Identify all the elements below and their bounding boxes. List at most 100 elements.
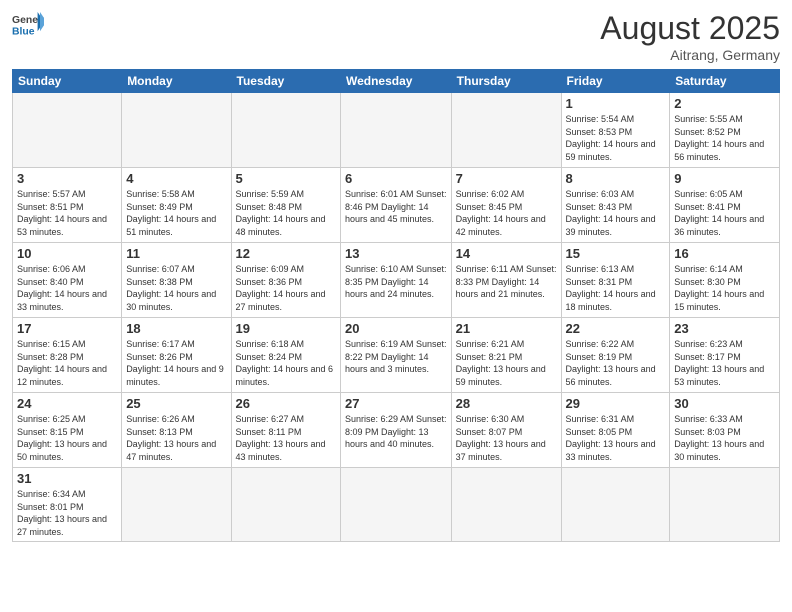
day-number: 30 — [674, 396, 775, 411]
weekday-header-saturday: Saturday — [670, 70, 780, 93]
day-info: Sunrise: 6:01 AM Sunset: 8:46 PM Dayligh… — [345, 188, 447, 226]
calendar-cell: 12Sunrise: 6:09 AM Sunset: 8:36 PM Dayli… — [231, 243, 340, 318]
day-info: Sunrise: 5:59 AM Sunset: 8:48 PM Dayligh… — [236, 188, 336, 238]
calendar-cell — [231, 468, 340, 542]
calendar-cell: 24Sunrise: 6:25 AM Sunset: 8:15 PM Dayli… — [13, 393, 122, 468]
day-number: 7 — [456, 171, 557, 186]
location-subtitle: Aitrang, Germany — [600, 47, 780, 63]
calendar-cell: 2 Sunrise: 5:55 AM Sunset: 8:52 PM Daylig… — [670, 93, 780, 168]
day-number: 26 — [236, 396, 336, 411]
day-number: 13 — [345, 246, 447, 261]
calendar-cell: 22Sunrise: 6:22 AM Sunset: 8:19 PM Dayli… — [561, 318, 670, 393]
calendar-cell — [561, 468, 670, 542]
calendar-cell: 11Sunrise: 6:07 AM Sunset: 8:38 PM Dayli… — [122, 243, 231, 318]
calendar-cell: 28 Sunrise: 6:30 AM Sunset: 8:07 PM Dayli… — [451, 393, 561, 468]
day-number: 24 — [17, 396, 117, 411]
day-info: Sunrise: 6:21 AM Sunset: 8:21 PM Dayligh… — [456, 338, 557, 388]
calendar-cell: 25Sunrise: 6:26 AM Sunset: 8:13 PM Dayli… — [122, 393, 231, 468]
calendar-cell: 21 Sunrise: 6:21 AM Sunset: 8:21 PM Dayli… — [451, 318, 561, 393]
day-info: Sunrise: 6:11 AM Sunset: 8:33 PM Dayligh… — [456, 263, 557, 301]
day-info: Sunrise: 5:57 AM Sunset: 8:51 PM Dayligh… — [17, 188, 117, 238]
day-number: 10 — [17, 246, 117, 261]
day-number: 14 — [456, 246, 557, 261]
day-number: 1 — [566, 96, 666, 111]
day-info: Sunrise: 6:23 AM Sunset: 8:17 PM Dayligh… — [674, 338, 775, 388]
day-number: 5 — [236, 171, 336, 186]
title-block: August 2025 Aitrang, Germany — [600, 10, 780, 63]
day-number: 21 — [456, 321, 557, 336]
calendar-cell — [451, 93, 561, 168]
day-info: Sunrise: 6:19 AM Sunset: 8:22 PM Dayligh… — [345, 338, 447, 376]
day-info: Sunrise: 6:03 AM Sunset: 8:43 PM Dayligh… — [566, 188, 666, 238]
day-info: Sunrise: 6:15 AM Sunset: 8:28 PM Dayligh… — [17, 338, 117, 388]
day-number: 19 — [236, 321, 336, 336]
day-number: 12 — [236, 246, 336, 261]
day-number: 6 — [345, 171, 447, 186]
day-info: Sunrise: 6:14 AM Sunset: 8:30 PM Dayligh… — [674, 263, 775, 313]
day-info: Sunrise: 5:54 AM Sunset: 8:53 PM Dayligh… — [566, 113, 666, 163]
calendar-cell: 13 Sunrise: 6:10 AM Sunset: 8:35 PM Dayli… — [340, 243, 451, 318]
day-info: Sunrise: 6:29 AM Sunset: 8:09 PM Dayligh… — [345, 413, 447, 451]
day-info: Sunrise: 6:22 AM Sunset: 8:19 PM Dayligh… — [566, 338, 666, 388]
calendar-cell — [340, 93, 451, 168]
day-number: 2 — [674, 96, 775, 111]
day-number: 15 — [566, 246, 666, 261]
calendar-week-row: 1 Sunrise: 5:54 AM Sunset: 8:53 PM Daylig… — [13, 93, 780, 168]
calendar-cell: 3 Sunrise: 5:57 AM Sunset: 8:51 PM Daylig… — [13, 168, 122, 243]
calendar-cell: 29Sunrise: 6:31 AM Sunset: 8:05 PM Dayli… — [561, 393, 670, 468]
day-number: 3 — [17, 171, 117, 186]
day-number: 4 — [126, 171, 226, 186]
day-info: Sunrise: 5:55 AM Sunset: 8:52 PM Dayligh… — [674, 113, 775, 163]
header: General Blue August 2025 Aitrang, German… — [12, 10, 780, 63]
calendar-cell — [122, 468, 231, 542]
weekday-header-monday: Monday — [122, 70, 231, 93]
month-title: August 2025 — [600, 10, 780, 47]
day-number: 23 — [674, 321, 775, 336]
day-info: Sunrise: 6:17 AM Sunset: 8:26 PM Dayligh… — [126, 338, 226, 388]
calendar-cell: 1 Sunrise: 5:54 AM Sunset: 8:53 PM Daylig… — [561, 93, 670, 168]
svg-text:Blue: Blue — [12, 26, 35, 37]
day-number: 28 — [456, 396, 557, 411]
calendar-cell: 17 Sunrise: 6:15 AM Sunset: 8:28 PM Dayli… — [13, 318, 122, 393]
calendar-cell: 26 Sunrise: 6:27 AM Sunset: 8:11 PM Dayli… — [231, 393, 340, 468]
day-number: 31 — [17, 471, 117, 486]
calendar-cell: 18Sunrise: 6:17 AM Sunset: 8:26 PM Dayli… — [122, 318, 231, 393]
calendar-cell: 15 Sunrise: 6:13 AM Sunset: 8:31 PM Dayli… — [561, 243, 670, 318]
day-info: Sunrise: 5:58 AM Sunset: 8:49 PM Dayligh… — [126, 188, 226, 238]
calendar-cell: 14 Sunrise: 6:11 AM Sunset: 8:33 PM Dayli… — [451, 243, 561, 318]
day-info: Sunrise: 6:05 AM Sunset: 8:41 PM Dayligh… — [674, 188, 775, 238]
weekday-header-friday: Friday — [561, 70, 670, 93]
day-info: Sunrise: 6:30 AM Sunset: 8:07 PM Dayligh… — [456, 413, 557, 463]
day-info: Sunrise: 6:10 AM Sunset: 8:35 PM Dayligh… — [345, 263, 447, 301]
calendar-cell: 4 Sunrise: 5:58 AM Sunset: 8:49 PM Daylig… — [122, 168, 231, 243]
page: General Blue August 2025 Aitrang, German… — [0, 0, 792, 612]
calendar-cell — [340, 468, 451, 542]
calendar-cell: 31Sunrise: 6:34 AM Sunset: 8:01 PM Dayli… — [13, 468, 122, 542]
day-number: 25 — [126, 396, 226, 411]
day-info: Sunrise: 6:27 AM Sunset: 8:11 PM Dayligh… — [236, 413, 336, 463]
weekday-header-wednesday: Wednesday — [340, 70, 451, 93]
day-info: Sunrise: 6:02 AM Sunset: 8:45 PM Dayligh… — [456, 188, 557, 238]
day-number: 8 — [566, 171, 666, 186]
calendar-cell: 5 Sunrise: 5:59 AM Sunset: 8:48 PM Daylig… — [231, 168, 340, 243]
day-number: 29 — [566, 396, 666, 411]
calendar-table: SundayMondayTuesdayWednesdayThursdayFrid… — [12, 69, 780, 542]
day-number: 9 — [674, 171, 775, 186]
calendar-cell: 23 Sunrise: 6:23 AM Sunset: 8:17 PM Dayli… — [670, 318, 780, 393]
day-info: Sunrise: 6:13 AM Sunset: 8:31 PM Dayligh… — [566, 263, 666, 313]
calendar-cell: 16Sunrise: 6:14 AM Sunset: 8:30 PM Dayli… — [670, 243, 780, 318]
day-info: Sunrise: 6:18 AM Sunset: 8:24 PM Dayligh… — [236, 338, 336, 388]
calendar-cell — [451, 468, 561, 542]
calendar-week-row: 31Sunrise: 6:34 AM Sunset: 8:01 PM Dayli… — [13, 468, 780, 542]
calendar-cell: 8 Sunrise: 6:03 AM Sunset: 8:43 PM Daylig… — [561, 168, 670, 243]
calendar-cell: 27Sunrise: 6:29 AM Sunset: 8:09 PM Dayli… — [340, 393, 451, 468]
calendar-week-row: 17 Sunrise: 6:15 AM Sunset: 8:28 PM Dayli… — [13, 318, 780, 393]
calendar-cell — [13, 93, 122, 168]
weekday-header-tuesday: Tuesday — [231, 70, 340, 93]
day-number: 11 — [126, 246, 226, 261]
logo: General Blue — [12, 10, 44, 38]
calendar-week-row: 24Sunrise: 6:25 AM Sunset: 8:15 PM Dayli… — [13, 393, 780, 468]
day-number: 17 — [17, 321, 117, 336]
day-number: 20 — [345, 321, 447, 336]
weekday-header-row: SundayMondayTuesdayWednesdayThursdayFrid… — [13, 70, 780, 93]
